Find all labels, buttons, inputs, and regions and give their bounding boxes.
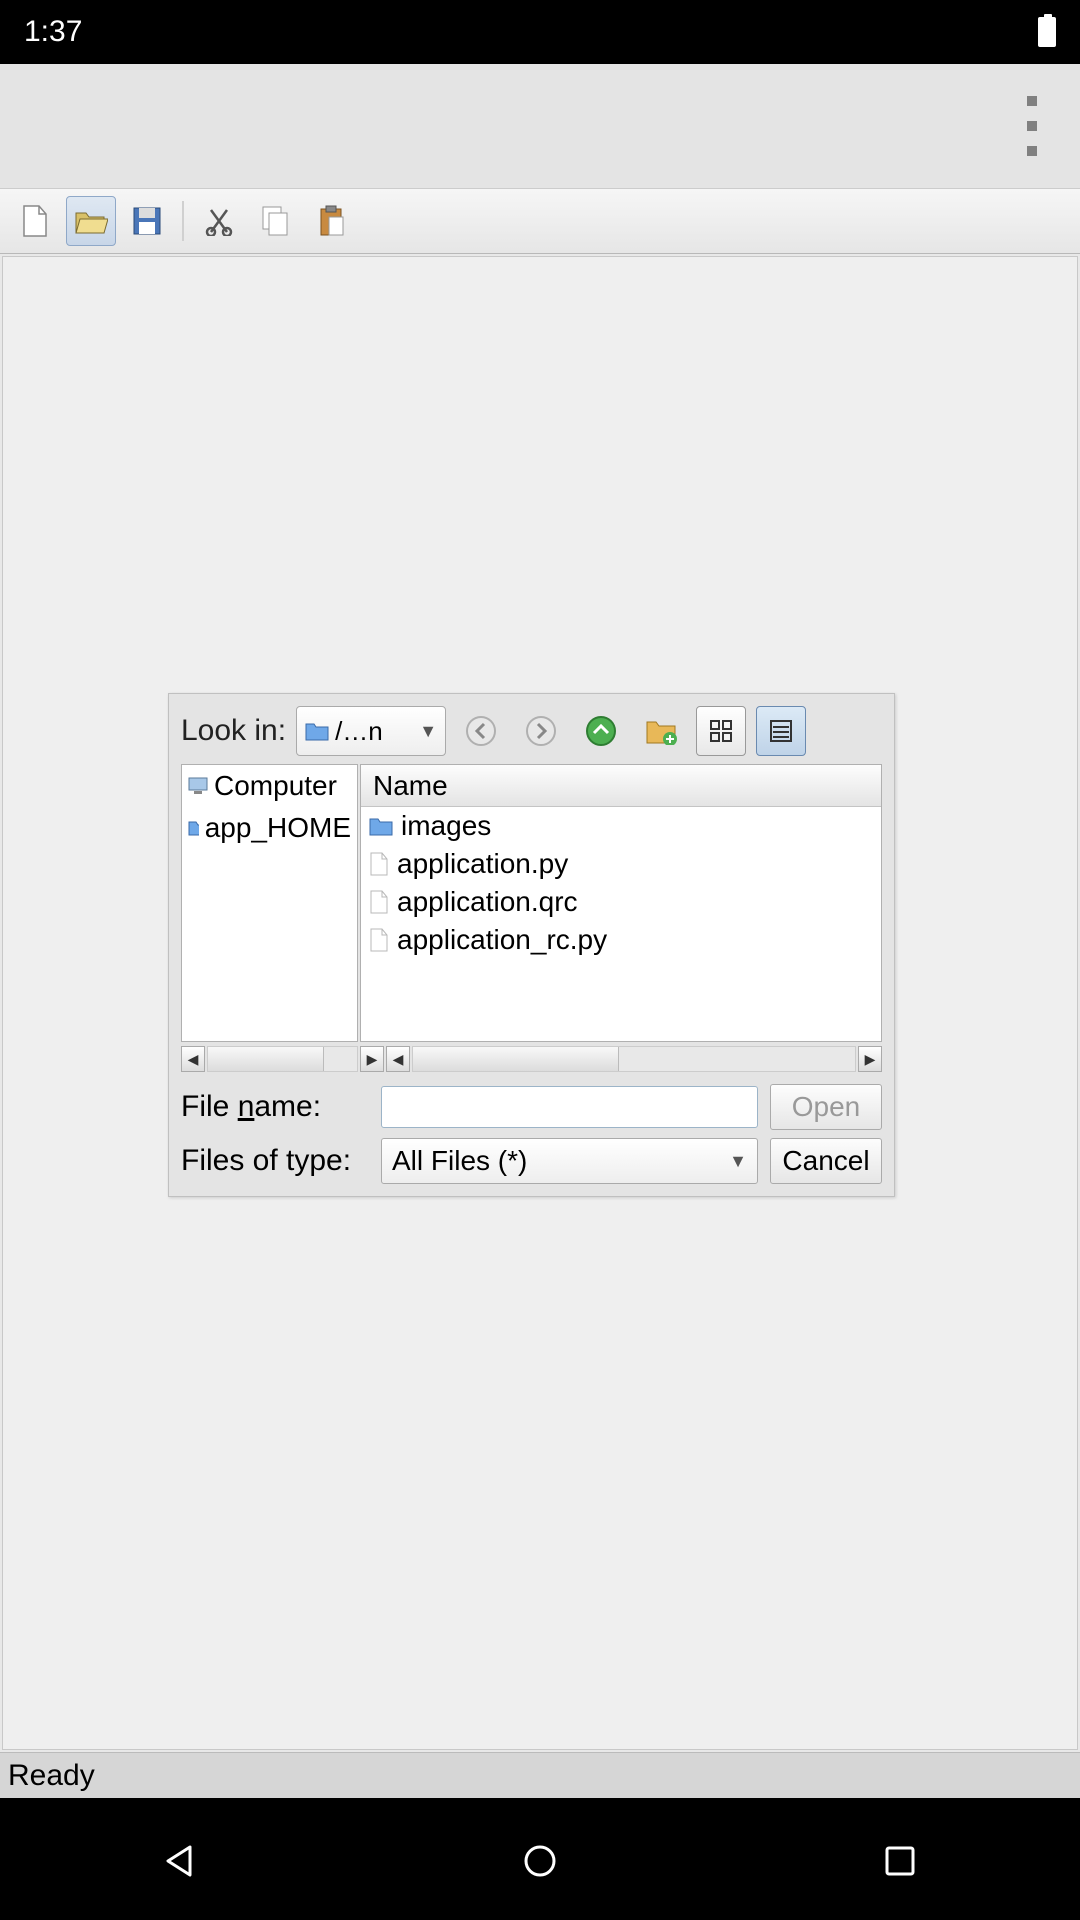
circle-icon — [520, 1841, 560, 1881]
sidebar-item-computer[interactable]: Computer — [182, 765, 357, 807]
main-toolbar — [0, 188, 1080, 254]
android-nav-bar — [0, 1798, 1080, 1920]
file-row[interactable]: application_rc.py — [361, 921, 881, 959]
sidebar-pane[interactable]: Computer app_HOME — [181, 764, 358, 1042]
folder-open-icon — [74, 207, 108, 235]
file-icon — [369, 852, 389, 876]
nav-up-button[interactable] — [576, 706, 626, 756]
new-file-button[interactable] — [10, 196, 60, 246]
save-file-button[interactable] — [122, 196, 172, 246]
copy-icon — [261, 205, 289, 237]
arrow-right-icon — [525, 715, 557, 747]
scroll-left-button[interactable]: ◀ — [181, 1046, 205, 1072]
toolbar-separator — [182, 201, 184, 241]
arrow-up-icon — [585, 715, 617, 747]
look-in-row: Look in: /…n ▼ — [181, 706, 882, 756]
nav-back-button[interactable] — [456, 706, 506, 756]
grid-icon — [709, 719, 733, 743]
chevron-down-icon: ▼ — [419, 721, 437, 742]
cancel-button[interactable]: Cancel — [770, 1138, 882, 1184]
scissors-icon — [205, 206, 233, 236]
computer-icon — [188, 777, 208, 795]
file-label: application_rc.py — [397, 924, 607, 956]
cut-button[interactable] — [194, 196, 244, 246]
file-label: images — [401, 810, 491, 842]
chevron-down-icon: ▼ — [729, 1151, 747, 1172]
filelist-scrollbar[interactable] — [412, 1046, 856, 1072]
dialog-panes: Computer app_HOME Name images applicatio… — [181, 764, 882, 1042]
android-back-button[interactable] — [154, 1835, 206, 1887]
new-folder-button[interactable] — [636, 706, 686, 756]
folder-plus-icon — [645, 717, 677, 745]
open-file-button[interactable] — [66, 196, 116, 246]
scroll-right-button[interactable]: ▶ — [858, 1046, 882, 1072]
sidebar-scrollbar[interactable] — [207, 1046, 358, 1072]
files-of-type-value: All Files (*) — [392, 1145, 527, 1177]
document-area: Look in: /…n ▼ — [2, 256, 1078, 1750]
open-button[interactable]: Open — [770, 1084, 882, 1130]
sidebar-item-label: app_HOME — [205, 812, 351, 844]
battery-icon — [1038, 17, 1056, 47]
clock-text: 1:37 — [24, 15, 82, 49]
folder-icon — [369, 816, 393, 836]
look-in-label: Look in: — [181, 714, 286, 748]
status-bar: Ready — [0, 1752, 1080, 1798]
file-row-folder[interactable]: images — [361, 807, 881, 845]
list-icon — [769, 719, 793, 743]
scroll-right-button[interactable]: ▶ — [360, 1046, 384, 1072]
overflow-menu-button[interactable] — [1012, 96, 1052, 156]
look-in-combo[interactable]: /…n ▼ — [296, 706, 446, 756]
document-icon — [22, 205, 48, 237]
files-of-type-combo[interactable]: All Files (*) ▼ — [381, 1138, 758, 1184]
file-name-label: File name: — [181, 1090, 369, 1124]
file-list-pane[interactable]: Name images application.py application.q… — [360, 764, 882, 1042]
clipboard-icon — [317, 205, 345, 237]
android-recents-button[interactable] — [874, 1835, 926, 1887]
file-label: application.qrc — [397, 886, 578, 918]
horizontal-scrollbars: ◀ ▶ ◀ ▶ — [181, 1046, 882, 1072]
list-view-button[interactable] — [696, 706, 746, 756]
folder-icon — [188, 820, 199, 836]
column-header-name[interactable]: Name — [361, 765, 881, 807]
file-row[interactable]: application.qrc — [361, 883, 881, 921]
android-status-bar: 1:37 — [0, 0, 1080, 64]
floppy-disk-icon — [132, 206, 162, 236]
file-icon — [369, 928, 389, 952]
nav-forward-button[interactable] — [516, 706, 566, 756]
status-text: Ready — [8, 1759, 95, 1793]
app-header — [0, 64, 1080, 188]
files-of-type-label: Files of type: — [181, 1144, 369, 1178]
file-icon — [369, 890, 389, 914]
files-of-type-row: Files of type: All Files (*) ▼ Cancel — [181, 1138, 882, 1184]
folder-icon — [305, 721, 329, 741]
file-label: application.py — [397, 848, 568, 880]
sidebar-item-app-home[interactable]: app_HOME — [182, 807, 357, 849]
file-open-dialog: Look in: /…n ▼ — [168, 693, 895, 1197]
android-home-button[interactable] — [514, 1835, 566, 1887]
look-in-value: /…n — [335, 716, 383, 747]
file-name-row: File name: Open — [181, 1084, 882, 1130]
paste-button[interactable] — [306, 196, 356, 246]
scroll-left-button[interactable]: ◀ — [386, 1046, 410, 1072]
arrow-left-icon — [465, 715, 497, 747]
copy-button[interactable] — [250, 196, 300, 246]
detail-view-button[interactable] — [756, 706, 806, 756]
triangle-left-icon — [160, 1841, 200, 1881]
file-name-input[interactable] — [381, 1086, 758, 1128]
square-icon — [882, 1843, 918, 1879]
file-row[interactable]: application.py — [361, 845, 881, 883]
sidebar-item-label: Computer — [214, 770, 337, 802]
